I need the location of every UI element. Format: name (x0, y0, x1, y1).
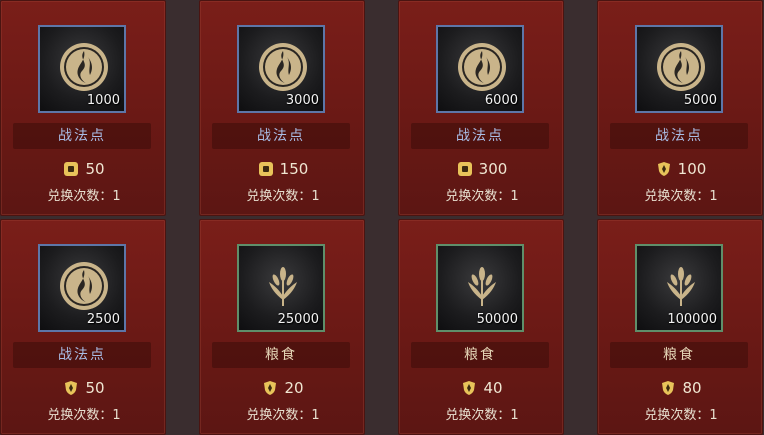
limit-value: 1 (112, 408, 121, 423)
item-price: 150 (200, 160, 366, 178)
item-quantity: 50000 (476, 312, 518, 327)
coin-icon (457, 162, 472, 176)
item-quantity: 25000 (277, 312, 319, 327)
price-value: 20 (284, 379, 304, 397)
exchange-limit: 兑换次数：1 (399, 404, 565, 423)
item-quantity: 5000 (683, 93, 717, 108)
item-quantity: 6000 (484, 93, 518, 108)
shield-icon (662, 381, 675, 395)
item-price: 50 (1, 160, 167, 178)
exchange-item-card[interactable]: 3000 战法点 150 兑换次数：1 (199, 0, 365, 216)
grain-icon (269, 267, 297, 306)
exchange-limit: 兑换次数：1 (200, 404, 366, 423)
exchange-item-card[interactable]: 6000 战法点 300 兑换次数：1 (398, 0, 564, 216)
shield-icon (264, 381, 277, 395)
limit-value: 1 (311, 408, 320, 423)
limit-value: 1 (112, 189, 121, 204)
limit-label: 兑换次数： (445, 189, 511, 204)
item-name: 粮食 (610, 342, 748, 368)
item-name: 粮食 (411, 342, 549, 368)
coin-icon (64, 162, 79, 176)
item-slot: 3000 (237, 25, 325, 113)
exchange-limit: 兑换次数：1 (399, 185, 565, 204)
limit-label: 兑换次数： (246, 189, 312, 204)
item-quantity: 3000 (285, 93, 319, 108)
exchange-limit: 兑换次数：1 (1, 185, 167, 204)
item-quantity: 2500 (86, 312, 120, 327)
item-price: 20 (200, 379, 366, 397)
limit-value: 1 (709, 408, 718, 423)
limit-value: 1 (510, 408, 519, 423)
exchange-item-card[interactable]: 2500 战法点 50 兑换次数：1 (0, 219, 166, 435)
item-name: 战法点 (13, 123, 151, 149)
limit-label: 兑换次数： (47, 189, 113, 204)
limit-value: 1 (709, 189, 718, 204)
item-price: 100 (598, 160, 764, 178)
price-value: 40 (483, 379, 503, 397)
limit-label: 兑换次数： (47, 408, 113, 423)
item-name: 战法点 (212, 123, 350, 149)
price-value: 150 (279, 160, 309, 178)
tactic-point-icon (60, 262, 108, 310)
price-value: 300 (478, 160, 508, 178)
item-quantity: 100000 (667, 312, 717, 327)
item-name: 战法点 (610, 123, 748, 149)
price-value: 50 (85, 160, 105, 178)
item-slot: 100000 (635, 244, 723, 332)
coin-icon (258, 162, 273, 176)
item-name: 粮食 (212, 342, 350, 368)
exchange-limit: 兑换次数：1 (200, 185, 366, 204)
exchange-item-card[interactable]: 1000 战法点 50 兑换次数：1 (0, 0, 166, 216)
exchange-limit: 兑换次数：1 (598, 185, 764, 204)
tactic-point-icon (458, 43, 506, 91)
item-slot: 6000 (436, 25, 524, 113)
exchange-item-card[interactable]: 50000 粮食 40 兑换次数：1 (398, 219, 564, 435)
price-value: 80 (682, 379, 702, 397)
exchange-item-card[interactable]: 5000 战法点 100 兑换次数：1 (597, 0, 763, 216)
item-slot: 1000 (38, 25, 126, 113)
item-slot: 25000 (237, 244, 325, 332)
item-price: 40 (399, 379, 565, 397)
item-name: 战法点 (411, 123, 549, 149)
item-price: 80 (598, 379, 764, 397)
tactic-point-icon (60, 43, 108, 91)
item-slot: 5000 (635, 25, 723, 113)
limit-label: 兑换次数： (644, 408, 710, 423)
grain-icon (667, 267, 695, 306)
exchange-limit: 兑换次数：1 (598, 404, 764, 423)
price-value: 100 (677, 160, 707, 178)
limit-label: 兑换次数： (246, 408, 312, 423)
item-slot: 50000 (436, 244, 524, 332)
tactic-point-icon (657, 43, 705, 91)
item-name: 战法点 (13, 342, 151, 368)
item-slot: 2500 (38, 244, 126, 332)
limit-value: 1 (311, 189, 320, 204)
exchange-item-card[interactable]: 100000 粮食 80 兑换次数：1 (597, 219, 763, 435)
limit-label: 兑换次数： (445, 408, 511, 423)
price-value: 50 (85, 379, 105, 397)
shield-icon (657, 162, 670, 176)
grain-icon (468, 267, 496, 306)
shield-icon (65, 381, 78, 395)
exchange-limit: 兑换次数：1 (1, 404, 167, 423)
tactic-point-icon (259, 43, 307, 91)
exchange-grid: 1000 战法点 50 兑换次数：1 3000 战法点 150 兑换次数：1 6… (0, 0, 764, 435)
item-price: 300 (399, 160, 565, 178)
item-quantity: 1000 (86, 93, 120, 108)
exchange-item-card[interactable]: 25000 粮食 20 兑换次数：1 (199, 219, 365, 435)
item-price: 50 (1, 379, 167, 397)
limit-value: 1 (510, 189, 519, 204)
shield-icon (463, 381, 476, 395)
limit-label: 兑换次数： (644, 189, 710, 204)
